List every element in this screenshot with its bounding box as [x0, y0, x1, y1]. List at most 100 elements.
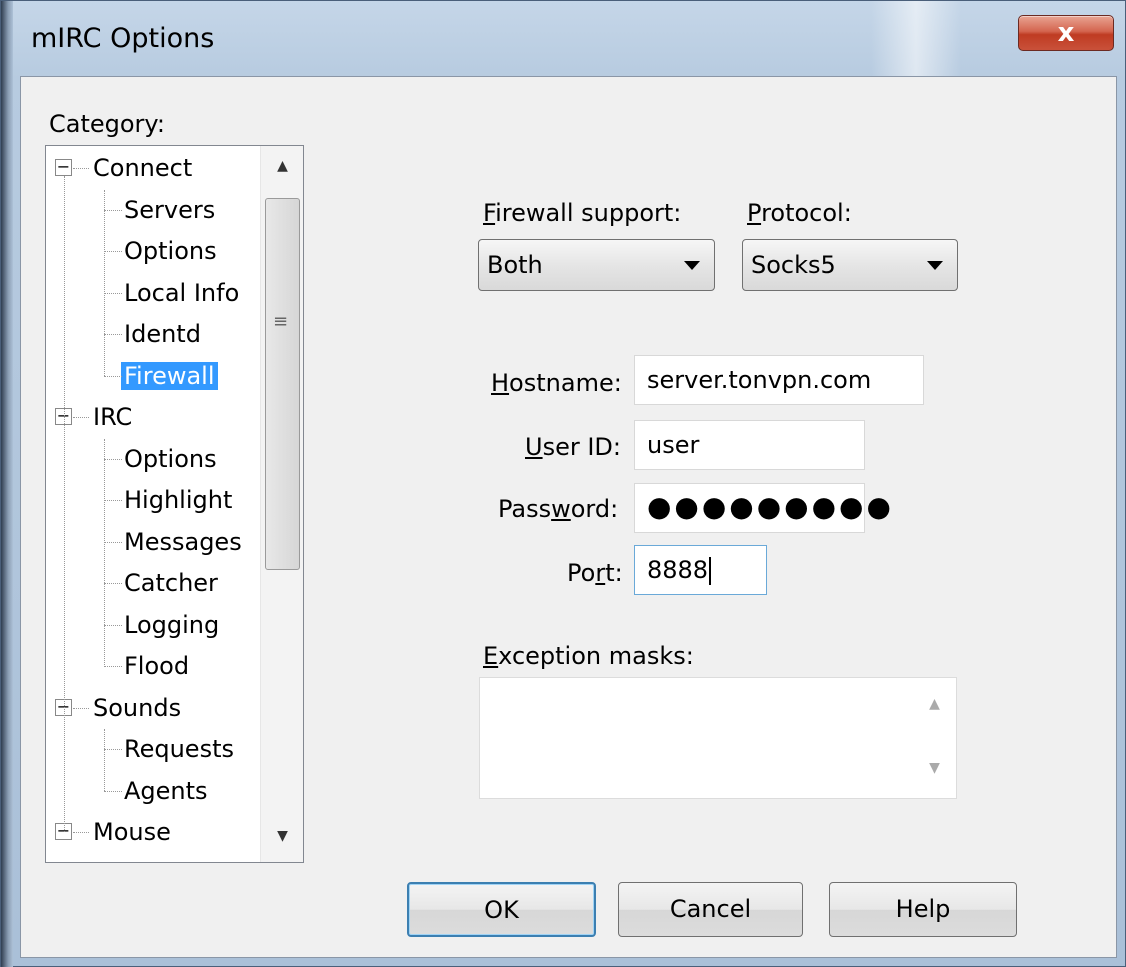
category-tree[interactable]: ▲ ≡ ▼ Connect − Servers Options Local Info Id… [45, 145, 304, 863]
tree-item-firewall[interactable]: Firewall [121, 356, 218, 396]
password-label-text: ord: [570, 495, 619, 523]
tree-item-label: Logging [124, 610, 220, 639]
port-mnemonic: r [595, 559, 606, 587]
exception-masks-label: Exception masks: [483, 642, 694, 670]
tree-connector [104, 334, 122, 335]
tree-item-mouse[interactable]: Mouse [93, 812, 171, 852]
tree-item-flood[interactable]: Flood [124, 646, 189, 686]
exception-masks-mnemonic: E [483, 642, 499, 670]
hostname-label-text: ostname: [509, 369, 622, 397]
password-mnemonic: w [551, 495, 571, 523]
port-field[interactable]: 8888 [634, 545, 767, 595]
exception-masks-scrollbar[interactable]: ▲ ▼ [913, 678, 956, 798]
tree-item-label: Local Info [124, 278, 240, 307]
tree-item-label: Flood [124, 652, 190, 680]
collapse-icon[interactable]: − [55, 159, 72, 176]
hostname-field[interactable]: server.tonvpn.com [634, 355, 924, 405]
tree-connector [104, 438, 105, 667]
tree-item-sounds[interactable]: Sounds [93, 688, 181, 728]
tree-connector [104, 729, 105, 792]
tree-item-servers[interactable]: Servers [124, 190, 215, 230]
tree-item-label: Servers [124, 195, 216, 224]
tree-item-label: Identd [124, 320, 201, 348]
protocol-mnemonic: P [747, 199, 762, 227]
tree-item-requests[interactable]: Requests [124, 729, 234, 769]
tree-connector [104, 292, 122, 294]
protocol-select[interactable]: Socks5 [742, 239, 958, 291]
tree-connector [104, 666, 122, 667]
tree-item-label: Mouse [93, 818, 171, 846]
tree-item-label: IRC [93, 403, 133, 431]
help-button[interactable]: Help [829, 882, 1017, 937]
hostname-mnemonic: H [491, 369, 510, 397]
tree-item-logging[interactable]: Logging [124, 605, 219, 645]
tree-item-label: Options [124, 444, 217, 473]
tree-item-options[interactable]: Options [124, 231, 217, 271]
tree-item-label: Highlight [124, 486, 233, 514]
firewall-support-label-text: irewall support: [495, 199, 682, 227]
exception-masks-label-text: xception masks: [498, 642, 694, 670]
firewall-support-mnemonic: F [483, 199, 496, 227]
firewall-support-select[interactable]: Both [478, 239, 715, 291]
tree-connector [73, 417, 89, 418]
chevron-down-icon [927, 261, 943, 270]
tree-item-label: Catcher [124, 569, 218, 597]
scroll-down-arrow-icon[interactable]: ▼ [261, 816, 303, 856]
tree-item-label: Firewall [121, 361, 218, 390]
tree-item-label: Agents [124, 776, 208, 805]
text-cursor [709, 557, 712, 585]
tree-connector [64, 176, 65, 832]
tree-connector [104, 375, 122, 377]
protocol-label-text: rotocol: [761, 199, 852, 227]
tree-scrollbar[interactable]: ▲ ≡ ▼ [260, 146, 303, 862]
ok-button[interactable]: OK [407, 882, 596, 937]
tree-connector [104, 500, 122, 501]
port-value: 8888 [647, 556, 709, 584]
tree-connector [73, 832, 89, 833]
scroll-grip-icon: ≡ [273, 311, 289, 332]
password-field[interactable]: ●●●●●●●●● [634, 483, 891, 533]
window-frame: mIRC Options x Category: ▲ ≡ ▼ Connect − S… [0, 0, 1126, 967]
port-label: Port: [567, 559, 623, 587]
tree-connector [104, 749, 122, 750]
close-button[interactable]: x [1018, 15, 1114, 51]
cancel-button[interactable]: Cancel [618, 882, 803, 937]
window-title: mIRC Options [31, 23, 215, 54]
port-label-text: t: [605, 559, 623, 587]
scroll-up-arrow-icon[interactable]: ▲ [261, 146, 303, 186]
tree-item-messages[interactable]: Messages [124, 522, 242, 562]
userid-mnemonic: U [525, 433, 543, 461]
tree-item-label: Requests [124, 735, 234, 763]
password-label: Password: [498, 495, 618, 523]
tree-item-label: Connect [93, 154, 193, 182]
tree-item-options[interactable]: Options [124, 439, 217, 479]
tree-connector [104, 583, 122, 584]
tree-item-agents[interactable]: Agents [124, 771, 208, 811]
tree-item-label: Options [124, 237, 217, 265]
protocol-value: Socks5 [751, 251, 836, 279]
firewall-support-value: Both [487, 251, 543, 279]
tree-item-highlight[interactable]: Highlight [124, 480, 232, 520]
userid-field[interactable]: user [634, 420, 865, 470]
tree-connector [73, 707, 89, 709]
tree-connector [73, 168, 89, 169]
tree-connector [104, 458, 122, 460]
tree-connector [104, 624, 122, 626]
scroll-down-arrow-icon[interactable]: ▼ [913, 748, 956, 788]
scroll-thumb[interactable] [265, 198, 300, 570]
exception-masks-textarea[interactable]: ▲ ▼ [479, 677, 957, 799]
scroll-up-arrow-icon[interactable]: ▲ [913, 684, 956, 724]
tree-item-irc[interactable]: IRC [93, 397, 132, 437]
tree-item-local-info[interactable]: Local Info [124, 273, 239, 313]
tree-item-catcher[interactable]: Catcher [124, 563, 218, 603]
userid-label: User ID: [525, 433, 621, 461]
protocol-label: Protocol: [747, 199, 852, 227]
tree-item-label: Messages [124, 527, 242, 556]
tree-item-label: Sounds [93, 693, 182, 722]
tree-connector [104, 251, 122, 252]
options-dialog-body: Category: ▲ ≡ ▼ Connect − Servers Options Lo… [20, 76, 1117, 958]
chevron-down-icon [684, 261, 700, 270]
tree-item-connect[interactable]: Connect [93, 148, 192, 188]
tree-item-identd[interactable]: Identd [124, 314, 201, 354]
tree-connector [104, 790, 122, 792]
